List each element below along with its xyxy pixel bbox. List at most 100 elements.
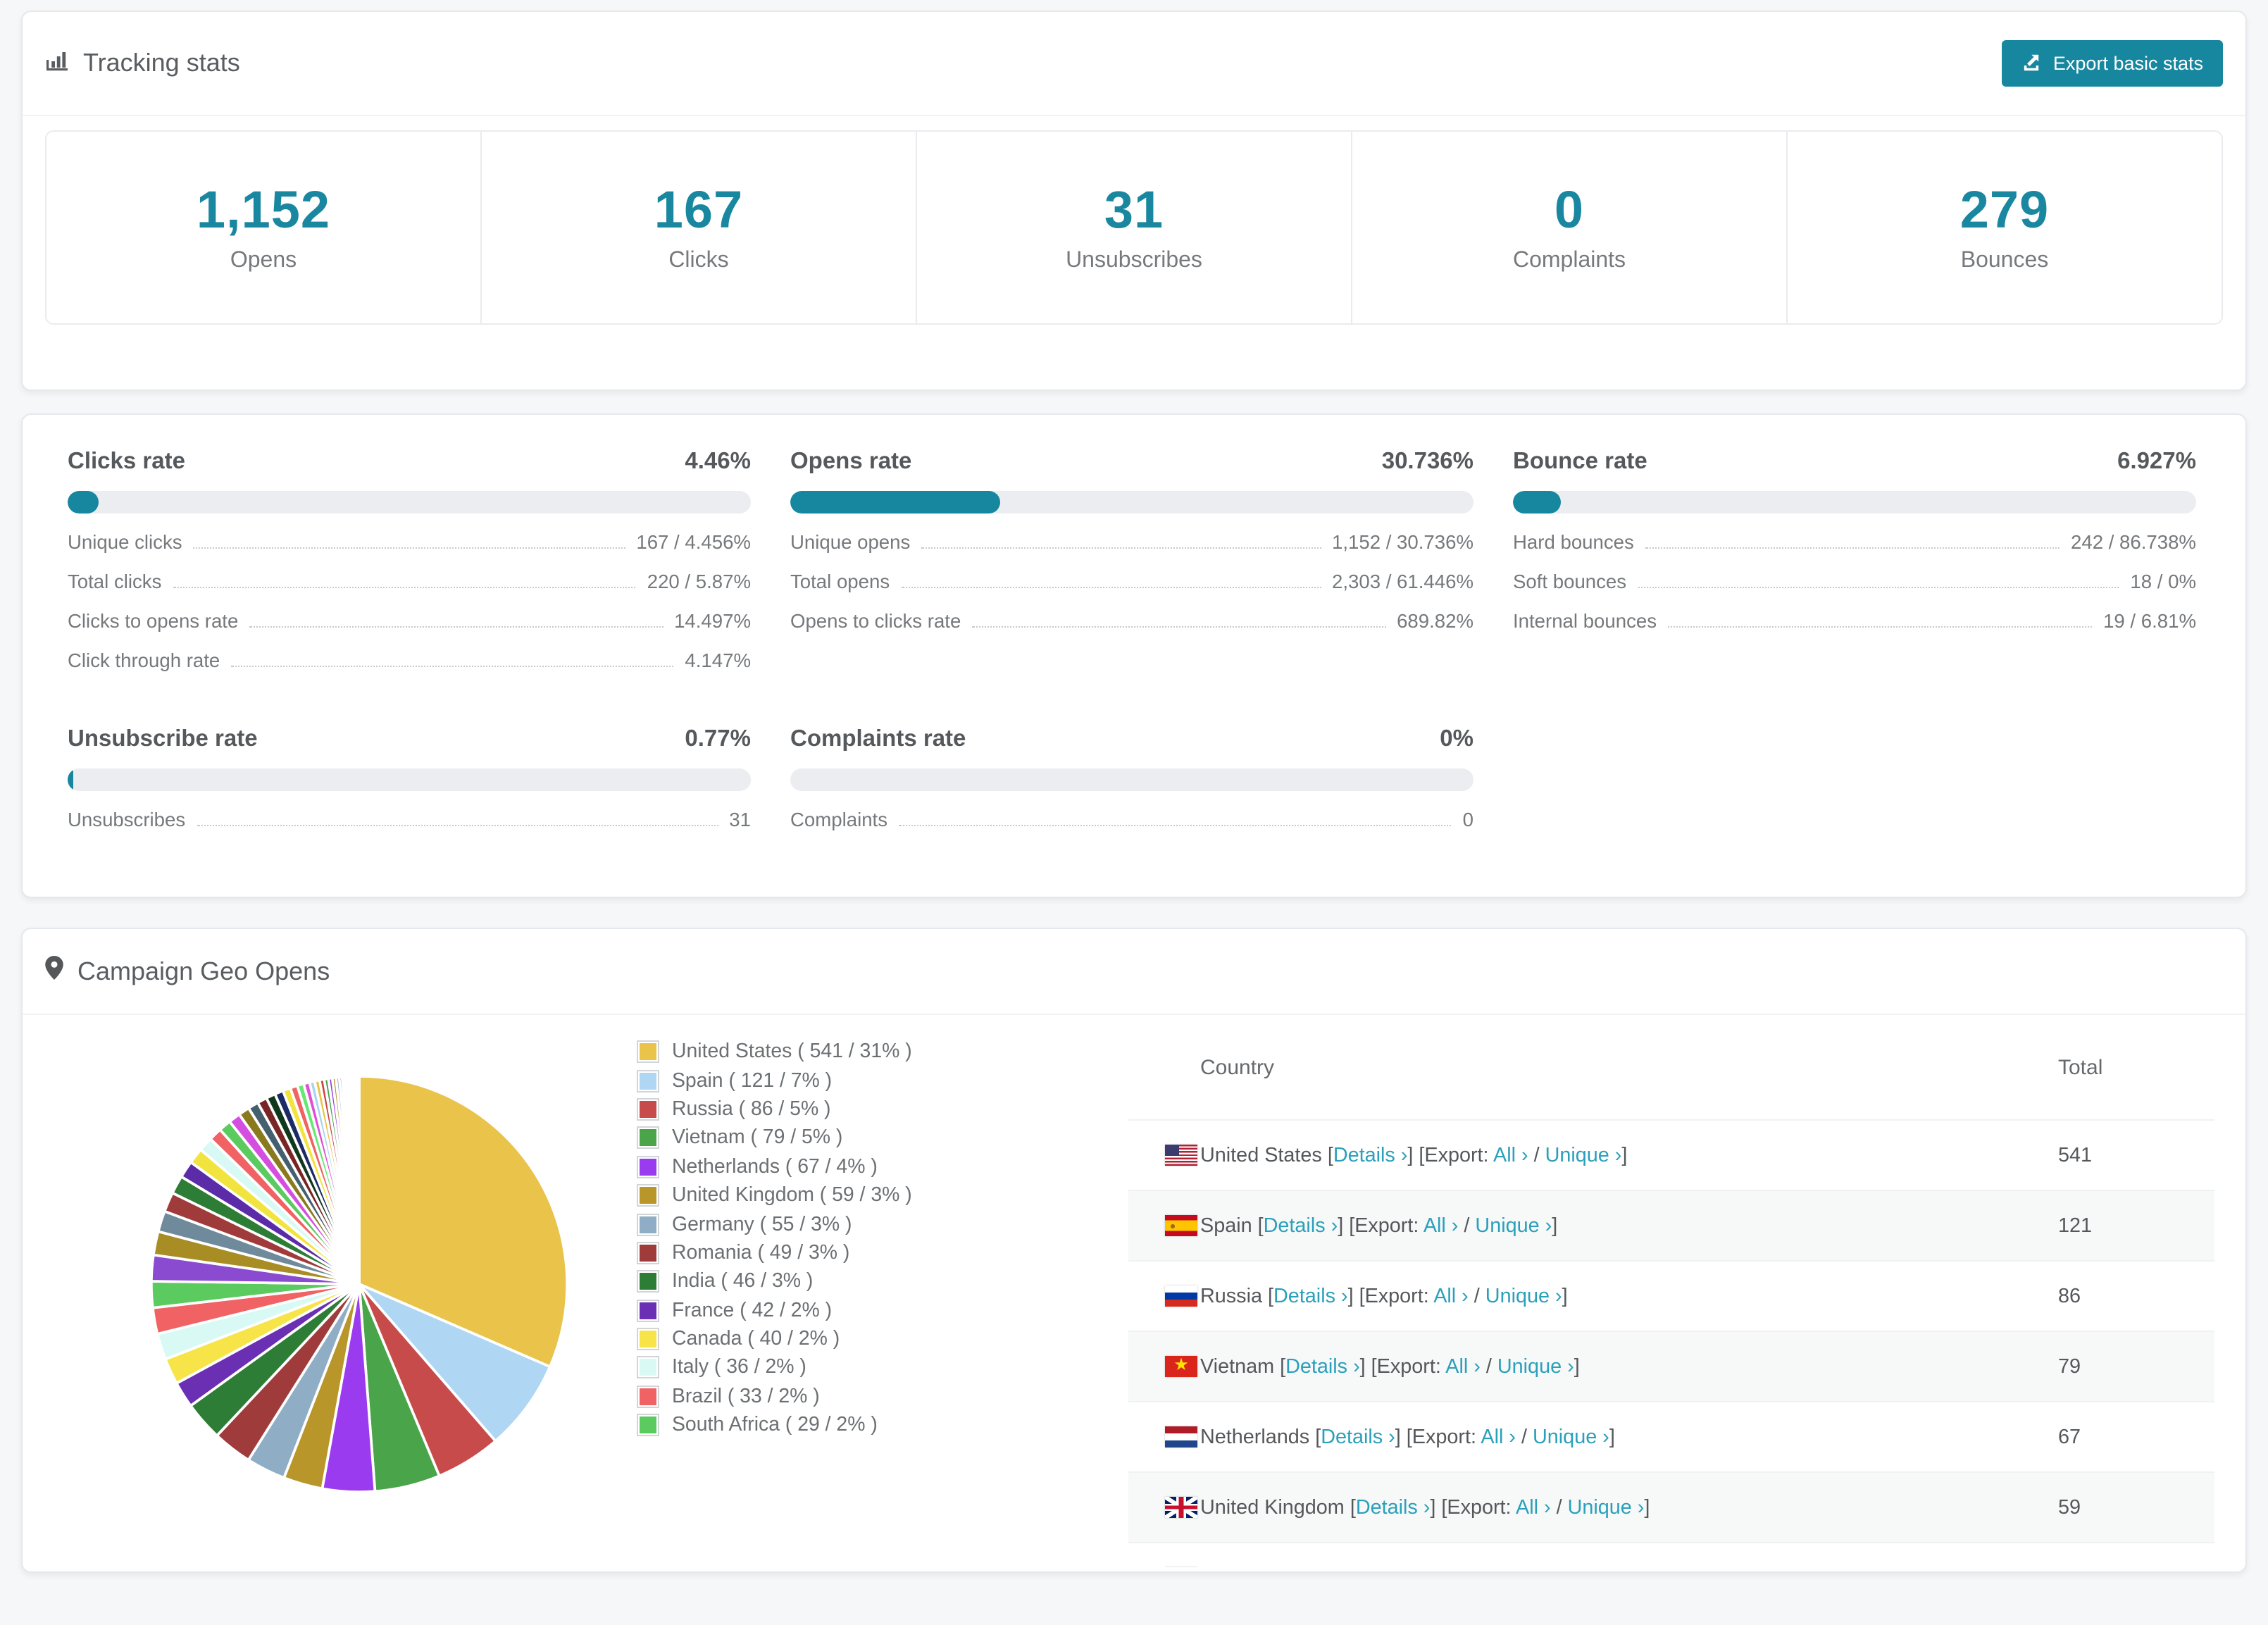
- dotted-leader: [1645, 547, 2060, 549]
- progress-bar: [790, 768, 1473, 791]
- detail-label: Click through rate: [68, 650, 220, 671]
- detail-value: 18 / 0%: [2130, 571, 2196, 592]
- legend-item[interactable]: Italy ( 36 / 2% ): [637, 1354, 1128, 1383]
- details-link[interactable]: Details ›: [1321, 1426, 1395, 1448]
- legend-swatch: [637, 1155, 659, 1178]
- flag-cell: [1128, 1543, 1199, 1567]
- total-cell: 59: [2058, 1496, 2081, 1519]
- rate-detail-row: Internal bounces 19 / 6.81%: [1513, 611, 2196, 650]
- flag-cell: [1128, 1402, 1199, 1472]
- dotted-leader: [197, 825, 718, 826]
- country-flag-icon: [1165, 1497, 1197, 1519]
- rate-detail-row: Total opens 2,303 / 61.446%: [790, 571, 1473, 611]
- rate-detail-row: Click through rate 4.147%: [68, 650, 751, 690]
- stat-label: Complaints: [1512, 249, 1626, 273]
- legend-item[interactable]: South Africa ( 29 / 2% ): [637, 1411, 1128, 1440]
- table-row: United States [Details ›] [Export: All ›…: [1128, 1120, 2214, 1190]
- export-unique-link[interactable]: Unique ›: [1545, 1144, 1622, 1166]
- rate-section: Clicks rate 4.46% Unique clicks 167 / 4.…: [68, 449, 751, 690]
- legend-item[interactable]: Canada ( 40 / 2% ): [637, 1325, 1128, 1354]
- export-unique-link[interactable]: Unique ›: [1485, 1285, 1562, 1307]
- details-link[interactable]: Details ›: [1356, 1496, 1431, 1519]
- detail-value: 1,152 / 30.736%: [1332, 532, 1473, 553]
- flag-cell: [1128, 1261, 1199, 1331]
- export-unique-link[interactable]: Unique ›: [1475, 1214, 1552, 1237]
- total-cell: 121: [2058, 1214, 2093, 1237]
- details-link[interactable]: Details ›: [1333, 1144, 1408, 1166]
- geo-opens-header: Campaign Geo Opens: [23, 929, 2245, 1015]
- detail-value: 14.497%: [674, 611, 751, 632]
- geo-country-table: Country Total United States [Details ›] …: [1128, 1015, 2214, 1567]
- export-all-link[interactable]: All ›: [1423, 1214, 1459, 1237]
- legend-item[interactable]: Romania ( 49 / 3% ): [637, 1238, 1128, 1267]
- rate-detail-rows: Complaints 0: [790, 809, 1473, 849]
- rate-detail-row: Complaints 0: [790, 809, 1473, 849]
- legend-label: Romania ( 49 / 3% ): [672, 1241, 850, 1264]
- export-unique-link[interactable]: Unique ›: [1568, 1496, 1645, 1519]
- rate-section: Opens rate 30.736% Unique opens 1,152 / …: [790, 449, 1473, 690]
- table-row: United Kingdom [Details ›] [Export: All …: [1128, 1472, 2214, 1543]
- details-link[interactable]: Details ›: [1273, 1285, 1348, 1307]
- legend-swatch: [637, 1184, 659, 1207]
- country-cell: United Kingdom [Details ›] [Export: All …: [1200, 1496, 1650, 1519]
- country-name: United States: [1200, 1144, 1322, 1166]
- geo-pie-legend: United States ( 541 / 31% ) Spain ( 121 …: [637, 1015, 1128, 1567]
- detail-value: 19 / 6.81%: [2103, 611, 2196, 632]
- details-link[interactable]: Details ›: [1285, 1355, 1360, 1378]
- dotted-leader: [972, 626, 1386, 628]
- country-flag-icon: [1165, 1215, 1197, 1237]
- export-unique-link[interactable]: Unique ›: [1533, 1426, 1609, 1448]
- country-flag-icon: [1165, 1356, 1197, 1378]
- dotted-leader: [231, 666, 674, 667]
- geo-pie-wrap: [23, 1015, 638, 1567]
- legend-item[interactable]: France ( 42 / 2% ): [637, 1296, 1128, 1325]
- export-basic-stats-button[interactable]: Export basic stats: [2002, 40, 2223, 87]
- rates-card: Clicks rate 4.46% Unique clicks 167 / 4.…: [21, 413, 2247, 898]
- legend-item[interactable]: Russia ( 86 / 5% ): [637, 1095, 1128, 1124]
- table-row: Netherlands [Details ›] [Export: All › /…: [1128, 1402, 2214, 1472]
- map-marker-icon: [45, 956, 63, 987]
- legend-item[interactable]: Vietnam ( 79 / 5% ): [637, 1123, 1128, 1152]
- stat-label: Bounces: [1960, 249, 2049, 273]
- export-all-link[interactable]: All ›: [1433, 1285, 1469, 1307]
- bar-chart-icon: [45, 48, 69, 79]
- stats-summary: 1,152 Opens 167 Clicks 31 Unsubscribes 0…: [23, 116, 2245, 390]
- country-name: Spain: [1200, 1214, 1252, 1237]
- geo-pie-chart[interactable]: [141, 1066, 578, 1502]
- legend-item[interactable]: Germany ( 55 / 3% ): [637, 1210, 1128, 1239]
- stat-label: Clicks: [668, 249, 729, 273]
- total-cell: 67: [2058, 1426, 2081, 1448]
- legend-swatch: [637, 1213, 659, 1236]
- rate-value: 0%: [1440, 726, 1473, 752]
- legend-item[interactable]: Netherlands ( 67 / 4% ): [637, 1152, 1128, 1181]
- legend-item[interactable]: Brazil ( 33 / 2% ): [637, 1382, 1128, 1411]
- export-all-link[interactable]: All ›: [1516, 1496, 1551, 1519]
- legend-item[interactable]: United Kingdom ( 59 / 3% ): [637, 1181, 1128, 1210]
- detail-value: 2,303 / 61.446%: [1332, 571, 1473, 592]
- details-link[interactable]: Details ›: [1264, 1214, 1338, 1237]
- rate-section: Unsubscribe rate 0.77% Unsubscribes 31: [68, 726, 751, 849]
- export-all-link[interactable]: All ›: [1481, 1426, 1516, 1448]
- legend-item[interactable]: India ( 46 / 3% ): [637, 1267, 1128, 1296]
- legend-swatch: [637, 1414, 659, 1437]
- tracking-stats-title-row: Tracking stats: [45, 48, 240, 79]
- legend-label: South Africa ( 29 / 2% ): [672, 1414, 878, 1437]
- stat-value: 167: [654, 181, 744, 239]
- dotted-leader: [173, 587, 636, 588]
- rate-detail-row: Total clicks 220 / 5.87%: [68, 571, 751, 611]
- rate-title: Unsubscribe rate: [68, 726, 258, 752]
- detail-value: 4.147%: [685, 650, 751, 671]
- stats-group: 1,152 Opens 167 Clicks 31 Unsubscribes 0…: [45, 130, 2223, 325]
- legend-item[interactable]: United States ( 541 / 31% ): [637, 1038, 1128, 1066]
- stat-value: 31: [1104, 181, 1164, 239]
- total-cell: 541: [2058, 1144, 2093, 1166]
- legend-item[interactable]: Spain ( 121 / 7% ): [637, 1066, 1128, 1095]
- export-unique-link[interactable]: Unique ›: [1497, 1355, 1574, 1378]
- dotted-leader: [921, 547, 1321, 549]
- detail-value: 167 / 4.456%: [636, 532, 751, 553]
- dotted-leader: [1668, 626, 2093, 628]
- export-all-link[interactable]: All ›: [1445, 1355, 1481, 1378]
- export-all-link[interactable]: All ›: [1493, 1144, 1528, 1166]
- stat-value: 1,152: [196, 181, 331, 239]
- export-icon: [2022, 51, 2042, 75]
